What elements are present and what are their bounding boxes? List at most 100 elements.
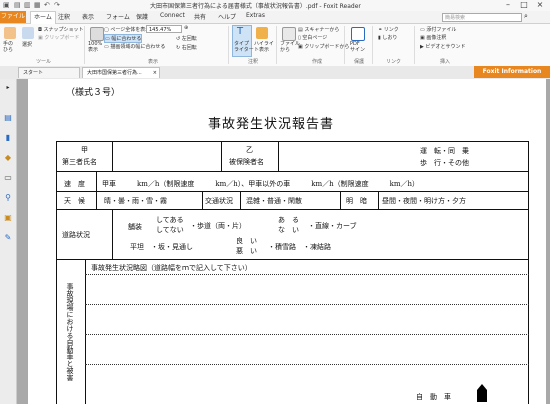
video-sound-button[interactable]: ▶ ビデオとサウンド [420, 43, 465, 50]
cell-divider [85, 259, 86, 404]
snapshot-button[interactable]: ◘ スナップショット [38, 26, 84, 33]
cell-divider [112, 141, 113, 171]
actual-size-label[interactable]: 100% 表示 [88, 41, 102, 53]
actual-size-icon[interactable] [90, 27, 104, 41]
traffic-label: 交通状況 [205, 197, 233, 205]
menu-form[interactable]: フォーム [106, 12, 130, 21]
pages-icon[interactable]: ▤ [3, 113, 13, 123]
security-icon[interactable]: ▣ [3, 213, 13, 223]
rotate-right-label: 右回転 [181, 45, 197, 51]
menu-extras[interactable]: Extras [246, 12, 265, 19]
speed-text: 甲車 km／h（制限速度 km／h）、甲車以外の車 km／h（制限速度 km／h… [102, 180, 420, 188]
layers-icon[interactable]: ◆ [3, 153, 13, 163]
traffic-values: 混雑・普通・閑散 [246, 197, 302, 205]
tab-document[interactable]: 大田市国保第三者行為... × [82, 67, 160, 78]
group-insert-label: 挿入 [440, 59, 451, 65]
sidewalk-text: ・歩道（両・片） [190, 222, 246, 230]
highlight-label[interactable]: ハイライ ト表示 [254, 41, 274, 53]
print-icon[interactable]: ▦ [34, 1, 41, 9]
ribbon-separator [414, 26, 415, 64]
ribbon-separator [228, 26, 229, 64]
app-logo-icon[interactable]: ▣ [3, 1, 10, 9]
link-label: リンク [383, 27, 399, 33]
cell-divider [96, 191, 97, 209]
rotate-right-button[interactable]: ↻ 右回転 [176, 44, 197, 51]
tab-start[interactable]: スタート [18, 67, 80, 78]
ribbon-separator [276, 26, 277, 64]
from-clipboard-label: クリップボードから [304, 44, 350, 50]
car-legend-icon [477, 384, 487, 402]
open-icon[interactable]: ▤ [14, 1, 21, 9]
menu-home[interactable]: ホーム [30, 11, 56, 24]
undo-icon[interactable]: ↶ [44, 1, 50, 9]
bookmark-button[interactable]: ▮ しおり [378, 34, 397, 41]
zoom-in-icon[interactable]: ⊕ [184, 25, 188, 31]
menu-file[interactable]: ファイル [0, 11, 26, 23]
image-label: 画像注釈 [426, 35, 447, 41]
save-icon[interactable]: ▥ [24, 1, 31, 9]
signature-icon[interactable]: ✎ [3, 233, 13, 243]
minimize-icon[interactable]: – [500, 0, 516, 10]
comments-icon[interactable]: ▭ [3, 173, 13, 183]
hand-tool-label[interactable]: 手の ひら [3, 41, 13, 53]
ribbon-toolbar: 手の ひら 選択 ◘ スナップショット ▣ クリップボード ツール 100% 表… [0, 24, 550, 67]
blank-page-label: 空白ページ [302, 35, 328, 41]
file-from-label[interactable]: ファイル から [280, 41, 300, 53]
bookmarks-icon[interactable]: ▮ [3, 133, 13, 143]
typewriter-icon: T [237, 26, 244, 37]
sidewalk-exists: あ る [278, 216, 299, 224]
sketch-instruction: 事故発生状況略図（道路幅をｍで記入して下さい） [91, 264, 252, 272]
row-divider [56, 259, 529, 260]
menu-connect[interactable]: Connect [160, 12, 185, 19]
attachment-icon[interactable]: ⚲ [3, 193, 13, 203]
cell-divider [112, 209, 113, 259]
menu-view[interactable]: 表示 [82, 12, 94, 21]
dotted-line [85, 304, 529, 305]
fit-visible-button[interactable]: ▭ 描画領域の幅に合わせる [104, 43, 165, 50]
expand-panel-icon[interactable]: ▸ [3, 83, 13, 93]
close-icon[interactable]: × [532, 0, 548, 10]
group-tools-label: ツール [36, 59, 52, 65]
paved-yes: してある [156, 216, 184, 224]
typewriter-label: タイプ ライター [234, 41, 254, 53]
image-button[interactable]: ▣ 画像注釈 [420, 34, 446, 41]
fit-width-label: 幅に合わせる [111, 36, 142, 42]
scanner-button[interactable]: ▤ スキャナーから [298, 26, 339, 33]
paved-label: 舗装 [128, 223, 142, 231]
clipboard-label: クリップボード [44, 35, 80, 41]
foxit-information-button[interactable]: Foxit Information [474, 66, 550, 78]
brightness-label: 明 暗 [346, 197, 367, 205]
clipboard-button[interactable]: ▣ クリップボード [38, 34, 79, 41]
file-icon[interactable] [282, 27, 296, 41]
menu-protect[interactable]: 保護 [136, 12, 148, 21]
cell-divider [340, 191, 341, 209]
select-label[interactable]: 選択 [22, 41, 32, 48]
search-input[interactable]: 簡易検索 [442, 13, 522, 22]
hand-icon[interactable] [4, 27, 16, 39]
document-title: 事故発生状況報告書 [208, 117, 335, 132]
fit-width-button[interactable]: ▭ 幅に合わせる [104, 34, 143, 43]
tab-close-icon[interactable]: × [153, 68, 157, 79]
rotate-left-button[interactable]: ↺ 左回転 [176, 35, 197, 42]
select-icon[interactable] [22, 27, 34, 39]
scanner-label: スキャナーから [304, 27, 340, 33]
menu-help[interactable]: ヘルプ [218, 12, 236, 21]
group-protect-label: 保護 [354, 59, 365, 65]
menu-comment[interactable]: 注釈 [58, 12, 70, 21]
fit-page-label: ページ全体を表示 [110, 27, 151, 33]
tab-document-label: 大田市国保第三者行為... [87, 70, 142, 76]
fit-page-button[interactable]: ▢ ページ全体を表示 [104, 26, 150, 33]
pdf-sign-label[interactable]: PDF サイン [350, 41, 365, 53]
from-clipboard-button[interactable]: ▣ クリップボードから [298, 43, 349, 50]
redo-icon[interactable]: ↷ [54, 1, 60, 9]
blank-page-button[interactable]: ▯ 空白ページ [298, 34, 327, 41]
attach-file-button[interactable]: ▭ 添付ファイル [420, 26, 456, 33]
straight-curve-text: ・直線・カーブ [308, 222, 357, 230]
maximize-icon[interactable]: □ [516, 0, 532, 10]
link-button[interactable]: ⚭ リンク [378, 26, 399, 33]
pdf-sign-icon[interactable] [351, 27, 365, 41]
search-icon[interactable]: ⌕ [524, 12, 528, 21]
zoom-select[interactable]: 145.47% [146, 25, 182, 33]
highlight-icon[interactable] [256, 27, 268, 39]
menu-share[interactable]: 共有 [194, 12, 206, 21]
